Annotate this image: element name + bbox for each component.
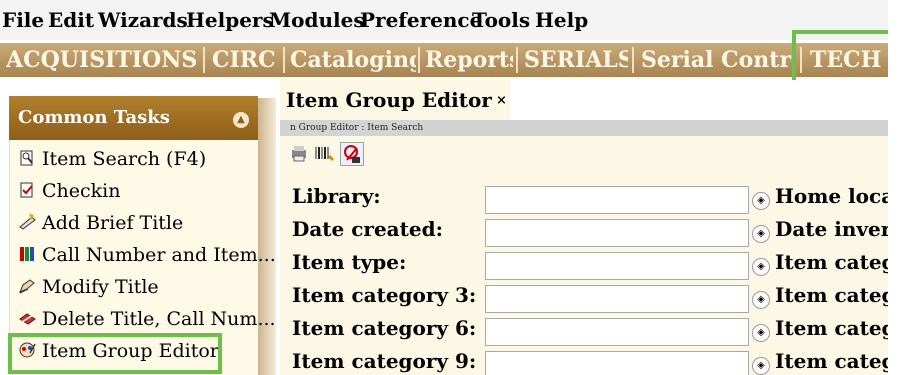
menu-file[interactable]: File [2,8,44,32]
task-item-search[interactable]: Item Search (F4) [18,148,206,170]
tab-divider [632,47,634,73]
module-tab-reports[interactable]: Reports [425,43,513,77]
field-label-item-category: Item categ [775,349,890,373]
item-search-icon [20,150,33,166]
task-add-brief-title[interactable]: Add Brief Title [18,212,183,234]
tab-title: Item Group Editor [286,88,492,112]
tab-divider [283,47,285,73]
item-type-input[interactable] [485,252,749,280]
module-tab-bar: ACQUISITIONS CIRC Cataloging Reports SER… [0,40,888,80]
date-created-input[interactable] [485,219,749,247]
module-tab-cataloging[interactable]: Cataloging [290,43,416,77]
field-label-item-category: Item categ [775,316,890,340]
task-label: Call Number and Item... [42,244,276,266]
lookup-icon[interactable]: ◈ [752,291,770,309]
lookup-icon[interactable]: ◈ [752,225,770,243]
menu-preference[interactable]: Preference [360,8,482,32]
item-category-3-input[interactable] [485,285,749,313]
collapse-icon[interactable]: ▲ [233,112,249,128]
field-label-library: Library: [292,184,381,208]
editor-body: n Group Editor : Item Search Library: ◈ … [280,120,890,375]
item-group-tool-icon[interactable] [340,142,364,166]
menu-helpers[interactable]: Helpers [186,8,274,32]
task-label: Add Brief Title [42,212,184,234]
barcode-icon[interactable] [313,142,335,164]
menu-help[interactable]: Help [535,8,588,32]
lookup-icon[interactable]: ◈ [752,324,770,342]
module-tab-serials[interactable]: SERIALS [524,43,628,77]
print-icon[interactable] [288,142,310,164]
tab-divider [418,47,420,73]
field-label-date-inventoried: Date inver [775,217,890,241]
task-label: Delete Title, Call Num... [42,308,276,330]
highlight-item-group-editor [8,333,222,374]
lookup-icon[interactable]: ◈ [752,258,770,276]
lookup-icon[interactable]: ◈ [752,192,770,210]
menu-wizards[interactable]: Wizards [98,8,188,32]
task-checkin[interactable]: Checkin [18,180,121,202]
menu-modules[interactable]: Modules [269,8,365,32]
field-label-item-type: Item type: [292,250,407,274]
window-edge [888,0,902,375]
field-label-item-category: Item categ [775,250,890,274]
lookup-icon[interactable]: ◈ [752,357,770,375]
add-title-icon [19,213,36,230]
common-tasks-header[interactable]: Common Tasks ▲ [9,96,258,140]
item-group-editor-pane: Item Group Editor × n Group Editor : Ite… [280,80,890,375]
module-tab-acquisitions[interactable]: ACQUISITIONS [6,43,198,77]
field-label-date-created: Date created: [292,217,443,241]
item-category-6-input[interactable] [485,318,749,346]
task-label: Checkin [42,180,121,202]
checkin-icon [20,182,33,198]
task-modify-title[interactable]: Modify Title [18,276,159,298]
task-delete-title[interactable]: Delete Title, Call Num... [18,308,276,330]
library-input[interactable] [485,186,749,214]
module-tab-serial-control[interactable]: Serial Control [641,43,792,77]
menu-edit[interactable]: Edit [48,8,94,32]
task-label: Modify Title [42,276,159,298]
field-label-item-category: Item categ [775,283,890,307]
tab-divider [516,47,518,73]
task-call-number-item[interactable]: Call Number and Item... [18,244,276,266]
books-icon [20,247,34,261]
common-tasks-title: Common Tasks [18,107,170,128]
modify-title-icon [19,279,35,294]
task-label: Item Search (F4) [42,148,207,170]
field-label-home-location: Home loca [775,184,890,208]
field-label-item-category-6: Item category 6: [292,316,477,340]
panel-divider[interactable] [258,98,276,375]
tab-item-group-editor[interactable]: Item Group Editor × [280,80,510,120]
module-tab-circ[interactable]: CIRC [212,43,280,77]
delete-title-icon [19,313,36,325]
close-icon[interactable]: × [496,93,507,108]
breadcrumb: n Group Editor : Item Search [280,120,890,136]
menu-bar: File Edit Wizards Helpers Modules Prefer… [0,0,888,40]
item-category-9-input[interactable] [485,351,749,375]
field-label-item-category-9: Item category 9: [292,349,477,373]
menu-tools[interactable]: Tools [472,8,530,32]
field-label-item-category-3: Item category 3: [292,283,477,307]
tab-divider [203,47,205,73]
